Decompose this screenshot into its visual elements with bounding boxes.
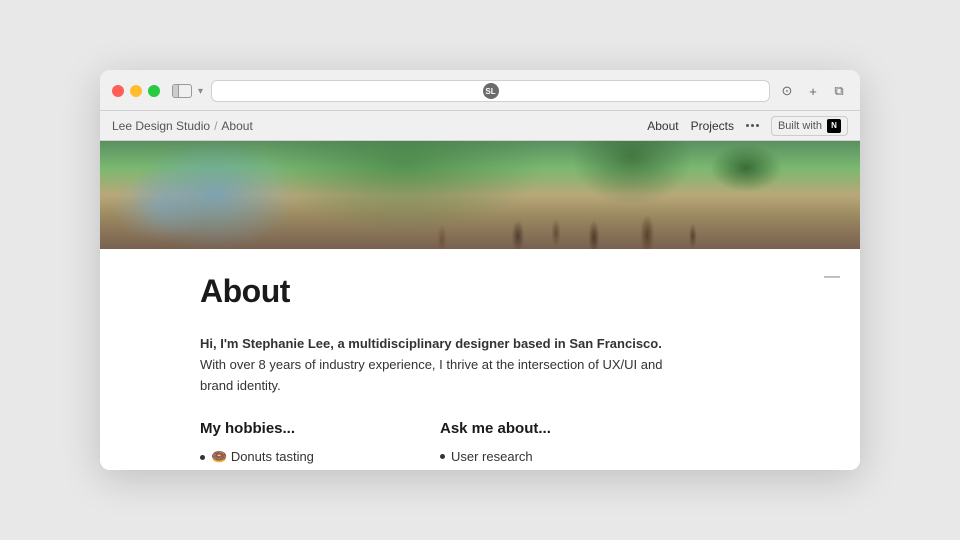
nav-more-button[interactable]: [746, 124, 759, 127]
title-bar: ▾ SL ⊙ + ⧉: [100, 70, 860, 111]
favicon: SL: [483, 83, 499, 99]
nav-links: About Projects Built with N: [647, 116, 848, 136]
hobby-1: 🍩 Donuts tasting: [211, 449, 314, 465]
intro-rest: With over 8 years of industry experience…: [200, 357, 662, 393]
page-title: About: [200, 273, 812, 310]
notion-icon: N: [827, 119, 841, 133]
built-with-badge[interactable]: Built with N: [771, 116, 848, 136]
breadcrumb-home[interactable]: Lee Design Studio: [112, 119, 210, 133]
ask-1: User research: [451, 449, 533, 464]
list-item: 🍩 Donuts tasting: [200, 449, 380, 465]
nav-bar: Lee Design Studio / About About Projects…: [100, 111, 860, 141]
address-bar[interactable]: SL: [211, 80, 770, 102]
browser-actions: ⊙ + ⧉: [778, 82, 848, 100]
bullet-icon: [440, 454, 445, 459]
breadcrumb-current: About: [221, 119, 252, 133]
content-area: — About Hi, I'm Stephanie Lee, a multidi…: [100, 249, 860, 470]
sidebar-toggle-button[interactable]: [172, 84, 192, 98]
ask-title: Ask me about...: [440, 420, 620, 437]
list-item: User research: [440, 449, 620, 464]
breadcrumb: Lee Design Studio / About: [112, 119, 253, 133]
hobbies-list: 🍩 Donuts tasting 📊 Traveling: [200, 449, 380, 470]
chevron-down-icon: ▾: [198, 86, 203, 97]
new-tab-button[interactable]: +: [804, 82, 822, 100]
nav-about-link[interactable]: About: [647, 119, 678, 133]
address-bar-row: SL: [211, 80, 770, 102]
browser-window: ▾ SL ⊙ + ⧉ Lee Design Studio / About Abo…: [100, 70, 860, 470]
minimize-button[interactable]: [130, 85, 142, 97]
built-with-label: Built with: [778, 120, 822, 132]
intro-paragraph: Hi, I'm Stephanie Lee, a multidisciplina…: [200, 334, 680, 396]
collapse-button[interactable]: —: [824, 269, 840, 285]
hero-image: [100, 141, 860, 249]
nav-projects-link[interactable]: Projects: [691, 119, 734, 133]
ask-list: User research Wireframes UI design: [440, 449, 620, 470]
hobbies-column: My hobbies... 🍩 Donuts tasting 📊: [200, 420, 380, 470]
intro-bold: Hi, I'm Stephanie Lee, a multidisciplina…: [200, 336, 662, 351]
breadcrumb-separator: /: [214, 119, 217, 133]
hobby-1-emoji: 🍩: [211, 449, 227, 464]
maximize-button[interactable]: [148, 85, 160, 97]
hero-painting: [100, 141, 860, 249]
close-button[interactable]: [112, 85, 124, 97]
share-button[interactable]: ⊙: [778, 82, 796, 100]
hobbies-title: My hobbies...: [200, 420, 380, 437]
bullet-icon: [200, 455, 205, 460]
columns: My hobbies... 🍩 Donuts tasting 📊: [200, 420, 812, 470]
ask-column: Ask me about... User research Wireframes…: [440, 420, 620, 470]
traffic-lights: [112, 85, 160, 97]
copy-button[interactable]: ⧉: [830, 82, 848, 100]
